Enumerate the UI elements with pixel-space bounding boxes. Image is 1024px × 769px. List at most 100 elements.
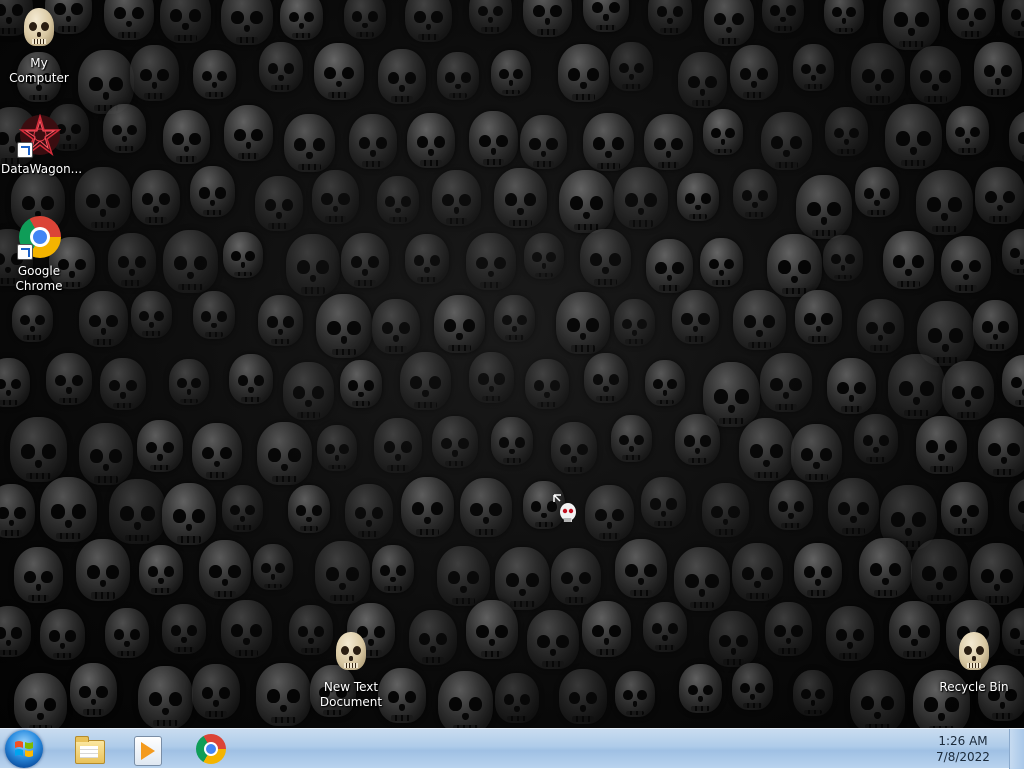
wallpaper-skull (139, 545, 183, 595)
wallpaper-skull (103, 104, 146, 153)
wallpaper-skull (221, 600, 272, 658)
wallpaper-skull (978, 418, 1024, 477)
wallpaper-skull (258, 295, 303, 346)
wallpaper-skull (378, 49, 426, 104)
wallpaper-skull (583, 113, 634, 171)
wallpaper-skull (229, 354, 273, 404)
wallpaper-skull (40, 609, 85, 660)
wallpaper-skull (648, 0, 692, 35)
shortcut-arrow-icon (17, 244, 33, 260)
windows-logo-icon (15, 741, 33, 757)
wallpaper-skull (466, 600, 518, 659)
start-button[interactable] (5, 730, 43, 768)
wallpaper-skull (163, 230, 218, 293)
desktop-icon-datawagon[interactable]: DataWagon... (1, 112, 82, 177)
wallpaper-skull (700, 238, 743, 287)
wallpaper-skull (615, 671, 655, 717)
wallpaper-skull (317, 425, 357, 471)
wallpaper-skull (344, 0, 386, 39)
skull-icon (950, 630, 998, 678)
wallpaper-skull (259, 42, 303, 92)
wallpaper-skull (1002, 0, 1024, 38)
system-clock[interactable]: 1:26 AM 7/8/2022 (928, 733, 998, 765)
taskbar-media-player-button[interactable] (122, 731, 172, 767)
wallpaper-skull (674, 547, 730, 611)
wallpaper-skull (400, 352, 451, 410)
wallpaper-skull (14, 547, 63, 603)
wallpaper-skull (584, 353, 628, 403)
wallpaper-skull (559, 170, 614, 233)
desktop-wallpaper[interactable]: My Computer DataWagon... Google Chrome N… (0, 0, 1024, 728)
wallpaper-skull (942, 361, 994, 420)
wallpaper-skull (437, 52, 479, 100)
desktop-icon-google-chrome[interactable]: Google Chrome (1, 214, 77, 294)
wallpaper-skull (646, 239, 693, 293)
wallpaper-skull (280, 0, 323, 40)
wallpaper-skull (614, 299, 655, 346)
wallpaper-skull (109, 479, 166, 544)
wallpaper-skull (703, 362, 760, 427)
wallpaper-skull (794, 543, 842, 598)
wallpaper-skull (407, 113, 455, 168)
wallpaper-skull (12, 295, 53, 342)
wallpaper-skull (163, 110, 210, 164)
clock-time: 1:26 AM (938, 734, 988, 748)
wallpaper-skull (255, 176, 303, 231)
desktop-icon-my-computer[interactable]: My Computer (1, 6, 77, 86)
wallpaper-skull (0, 358, 30, 407)
wallpaper-skull (76, 539, 130, 601)
wallpaper-skull (469, 111, 518, 167)
wallpaper-skull (316, 294, 372, 358)
wallpaper-skull (349, 114, 397, 169)
wallpaper-skull (851, 43, 905, 105)
wallpaper-skull (315, 541, 370, 604)
wallpaper-skull (765, 602, 812, 656)
wallpaper-skull (495, 547, 550, 610)
taskbar-windows-explorer-button[interactable] (64, 731, 114, 767)
wallpaper-skull (460, 478, 512, 537)
wallpaper-skull (910, 46, 961, 104)
desktop-icon-label: New Text Document (319, 680, 383, 709)
desktop-icon-recycle-bin[interactable]: Recycle Bin (936, 630, 1012, 695)
wallpaper-skull (702, 483, 749, 537)
desktop-icon-label: DataWagon... (1, 162, 83, 176)
wallpaper-skull (70, 663, 117, 717)
wallpaper-skull (160, 0, 211, 43)
wallpaper-skull (675, 414, 720, 465)
wallpaper-skull (162, 483, 216, 545)
desktop-icon-new-text-document[interactable]: New Text Document (313, 630, 389, 710)
wallpaper-skull (523, 0, 572, 37)
wallpaper-skull (40, 477, 97, 542)
wallpaper-skull (850, 670, 905, 728)
wallpaper-skull (733, 169, 777, 219)
wallpaper-skull (883, 0, 940, 50)
show-desktop-button[interactable] (1009, 729, 1024, 769)
wallpaper-skull (888, 354, 945, 419)
wallpaper-skull (558, 44, 609, 102)
wallpaper-skull (883, 231, 934, 289)
wallpaper-skull (222, 485, 263, 532)
wallpaper-skull (857, 299, 904, 353)
wallpaper-skull (46, 353, 92, 405)
wallpaper-skull (527, 610, 579, 669)
wallpaper-skull (525, 359, 569, 409)
wallpaper-skull (466, 233, 516, 290)
wallpaper-skull (916, 416, 967, 474)
wallpaper-skull (828, 478, 879, 536)
taskbar-chrome-button[interactable] (186, 731, 236, 767)
wallpaper-skull (14, 673, 67, 728)
wallpaper-skull (826, 606, 874, 661)
datawagon-icon (15, 112, 63, 160)
wallpaper-skull (559, 669, 607, 724)
wallpaper-skull (739, 418, 794, 481)
mouse-cursor-icon (552, 494, 582, 528)
wallpaper-skull (791, 424, 842, 482)
wallpaper-skull (974, 42, 1022, 97)
wallpaper-skull (438, 671, 493, 728)
wallpaper-skull (193, 291, 235, 339)
wallpaper-skull (193, 50, 236, 99)
wallpaper-skull (223, 232, 263, 278)
wallpaper-skull (644, 114, 693, 170)
shortcut-arrow-icon (17, 142, 33, 158)
wallpaper-skull (192, 664, 240, 719)
